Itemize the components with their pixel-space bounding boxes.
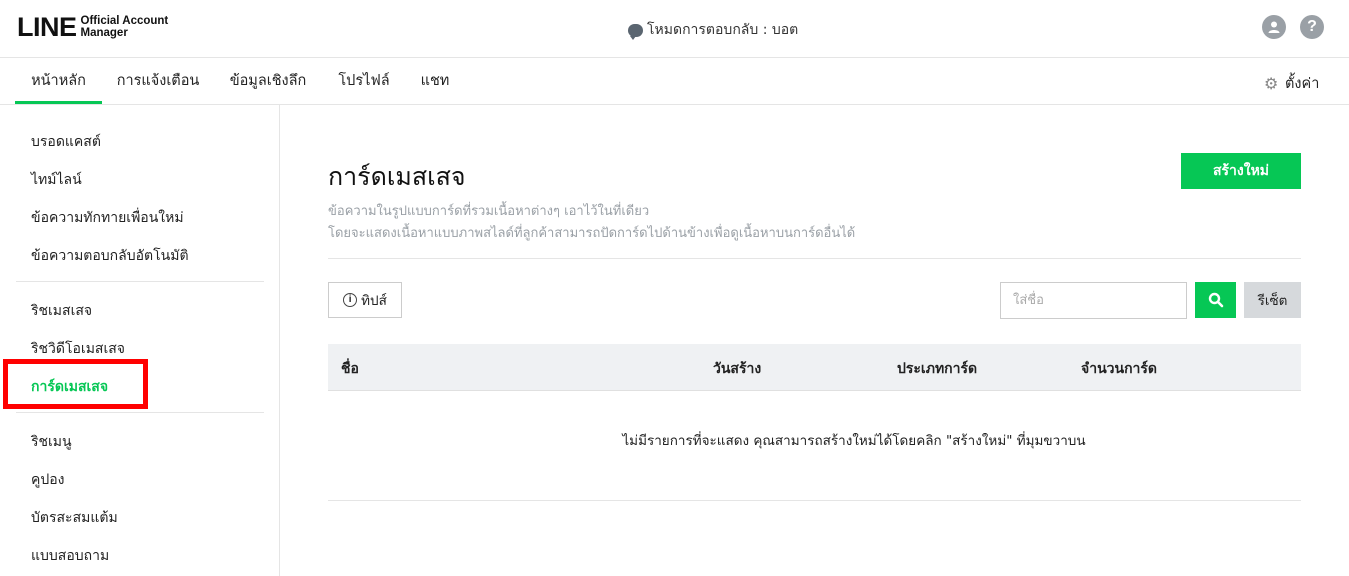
empty-table-message: ไม่มีรายการที่จะแสดง คุณสามารถสร้างใหม่ไ… [622,433,1086,449]
page-description-line-1: ข้อความในรูปแบบการ์ดที่รวมเนื้อหาต่างๆ เ… [328,204,650,219]
column-header-created-date[interactable]: วันสร้าง [713,358,761,380]
help-icon[interactable]: ? [1300,15,1324,39]
sidebar-item-rich-message[interactable]: ริชเมสเสจ [31,300,92,322]
tab-notifications[interactable]: การแจ้งเตือน [112,58,204,104]
tab-insights[interactable]: ข้อมูลเชิงลึก [222,58,314,104]
sidebar-item-rich-video-message[interactable]: ริชวิดีโอเมสเสจ [31,338,125,360]
person-icon [1268,21,1280,33]
search-button[interactable] [1195,282,1236,318]
table-bottom-divider [328,500,1301,501]
account-icon[interactable] [1262,15,1286,39]
top-header: LINE Official Account Manager โหมดการตอบ… [0,0,1349,58]
main-nav: หน้าหลัก การแจ้งเตือน ข้อมูลเชิงลึก โปรไ… [0,58,1349,105]
table-header: ชื่อ วันสร้าง ประเภทการ์ด จำนวนการ์ด [328,344,1301,391]
logo-sub-line-1: Official Account [80,15,169,27]
logo-mark: LINE [17,12,77,42]
sidebar-item-rich-menu[interactable]: ริชเมนู [31,431,72,453]
chat-bubble-icon [628,23,643,40]
settings-label: ตั้งค่า [1285,76,1320,92]
page-title: การ์ดเมสเสจ [328,162,466,191]
reply-mode-text: โหมดการตอบกลับ : บอต [647,22,799,38]
logo-sub-line-2: Manager [80,27,128,39]
line-oa-manager-logo[interactable]: LINE Official Account Manager [17,13,168,41]
highlight-annotation [3,359,148,409]
tab-profile[interactable]: โปรไฟล์ [331,58,397,104]
sidebar: บรอดแคสต์ ไทม์ไลน์ ข้อความทักทายเพื่อนให… [0,105,280,576]
name-search-input[interactable] [1000,282,1187,319]
sidebar-item-auto-reply[interactable]: ข้อความตอบกลับอัตโนมัติ [31,245,189,267]
column-header-name[interactable]: ชื่อ [341,358,359,380]
settings-link[interactable]: ⚙ ตั้งค่า [1264,72,1319,95]
tab-chat[interactable]: แชท [414,58,456,104]
sidebar-divider [16,412,264,413]
sidebar-divider [16,281,264,282]
sidebar-item-survey[interactable]: แบบสอบถาม [31,545,109,567]
column-header-card-count[interactable]: จำนวนการ์ด [1081,358,1157,380]
sidebar-item-timeline[interactable]: ไทม์ไลน์ [31,169,82,191]
reply-mode-indicator[interactable]: โหมดการตอบกลับ : บอต [628,19,798,41]
sidebar-item-coupon[interactable]: คูปอง [31,469,65,491]
page-description-line-2: โดยจะแสดงเนื้อหาแบบภาพสไลด์ที่ลูกค้าสามา… [328,226,856,241]
search-icon [1208,292,1223,308]
sidebar-item-reward-card[interactable]: บัตรสะสมแต้ม [31,507,118,529]
section-divider [328,258,1301,259]
create-new-button[interactable]: สร้างใหม่ [1181,153,1301,189]
column-header-card-type[interactable]: ประเภทการ์ด [897,358,977,380]
gear-icon: ⚙ [1264,74,1279,93]
tips-button[interactable]: i ทิปส์ [328,282,402,318]
tab-home[interactable]: หน้าหลัก [15,58,102,104]
tips-label: ทิปส์ [361,293,387,309]
reset-button[interactable]: รีเซ็ต [1244,282,1301,318]
logo-subtitle: Official Account Manager [81,15,169,39]
sidebar-item-greeting-message[interactable]: ข้อความทักทายเพื่อนใหม่ [31,207,184,229]
sidebar-item-broadcast[interactable]: บรอดแคสต์ [31,131,101,153]
info-icon: i [343,293,358,307]
